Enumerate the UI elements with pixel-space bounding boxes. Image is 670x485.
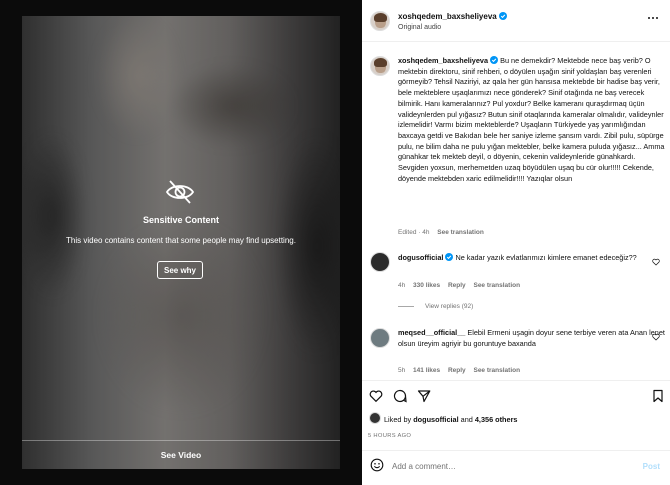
comment-2-see-translation[interactable]: See translation [473,367,520,374]
comment-1-age: 4h [398,282,406,289]
verified-badge-icon [498,12,507,20]
comment-2-likes[interactable]: 141 likes [413,367,440,374]
save-bookmark-icon[interactable] [651,389,665,403]
comment-1: dogusofficial Ne kadar yazık evlatlarımı… [398,253,666,264]
caption: xoshqedem_baxsheliyeva Bu ne demekdir? M… [398,56,666,184]
comment-2-like-icon[interactable] [652,333,660,341]
verified-badge-icon [445,253,454,261]
comment-1-like-icon[interactable] [652,258,660,266]
caption-see-translation[interactable]: See translation [437,229,484,236]
author-avatar[interactable] [370,11,390,31]
sensitive-content-description: This video contains content that some pe… [66,236,296,245]
comment-avatar-dogusofficial[interactable] [370,252,390,272]
view-replies-button[interactable]: View replies (92) [425,303,473,310]
sensitive-content-title: Sensitive Content [142,215,219,225]
caption-username[interactable]: xoshqedem_baxsheliyeva [398,56,488,65]
emoji-icon[interactable] [370,458,384,472]
like-heart-icon[interactable] [369,389,383,403]
liked-by-avatar[interactable] [369,412,381,424]
liked-by-count[interactable]: 4,356 others [475,415,518,424]
post-button[interactable]: Post [643,462,660,471]
author-username[interactable]: xoshqedem_baxsheliyeva [398,12,497,21]
comment-icon[interactable] [393,389,407,403]
see-video-button[interactable]: See Video [22,450,340,460]
author-username-row: xoshqedem_baxsheliyeva [398,12,507,21]
liked-by-prefix: Liked by [384,415,412,424]
comment-1-text: Ne kadar yazık evlatlarımızı kimlere ema… [455,253,637,262]
comment-1-likes[interactable]: 330 likes [413,282,440,289]
comment-2-meta: 5h 141 likes Reply See translation [398,367,520,374]
post-header [362,0,670,42]
eye-off-icon [165,180,195,204]
video-divider [22,440,340,441]
comment-1-see-translation[interactable]: See translation [473,282,520,289]
more-options-icon[interactable] [648,14,660,22]
add-comment-input[interactable]: Add a comment… [392,462,456,471]
view-replies-line [398,306,414,307]
caption-text: Bu ne demekdir? Mektebde nece baş verib?… [398,56,665,183]
see-why-button[interactable]: See why [157,261,203,279]
original-audio-link[interactable]: Original audio [398,24,441,31]
verified-badge-icon [490,56,499,64]
caption-avatar[interactable] [370,56,390,76]
share-icon[interactable] [417,389,431,403]
caption-meta: Edited · 4h See translation [398,229,484,236]
comment-2-username[interactable]: meqsed__official__ [398,328,465,337]
comment-2-reply[interactable]: Reply [448,367,466,374]
comment-1-meta: 4h 330 likes Reply See translation [398,282,520,289]
actions-bar [362,380,670,402]
comment-2: meqsed__official__ Elebil Ermeni uşagin … [398,328,666,349]
post-panel: xoshqedem_baxsheliyeva Original audio xo… [362,0,670,485]
comment-avatar-meqsed[interactable] [370,328,390,348]
comment-1-username[interactable]: dogusofficial [398,253,443,262]
liked-by-user[interactable]: dogusofficial [413,415,458,424]
post-time: 5 HOURS AGO [368,433,412,439]
comment-1-reply[interactable]: Reply [448,282,466,289]
caption-age: Edited · 4h [398,229,430,236]
liked-by-and: and [460,415,473,424]
liked-by: Liked by dogusofficial and 4,356 others [384,415,517,424]
comment-2-age: 5h [398,367,406,374]
